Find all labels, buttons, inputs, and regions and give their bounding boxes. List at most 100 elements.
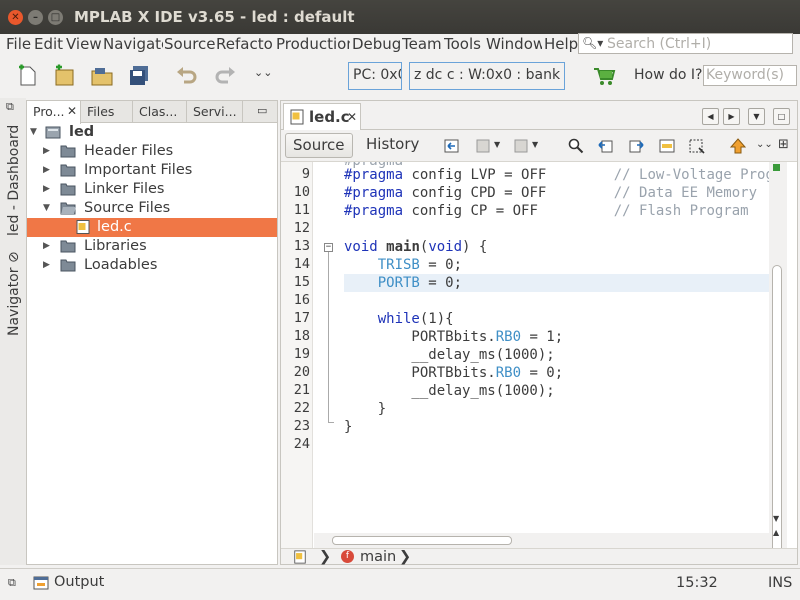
- tab-led-c[interactable]: led.c ✕: [283, 103, 361, 130]
- toolbar-overflow-icon[interactable]: ⌄⌄: [756, 139, 773, 150]
- redo-icon[interactable]: [213, 64, 237, 88]
- new-file-icon[interactable]: [16, 64, 40, 88]
- tab-files[interactable]: Files: [81, 101, 133, 123]
- source-button[interactable]: Source: [285, 133, 353, 158]
- tree-label: led.c: [97, 219, 132, 235]
- tree-item-libraries[interactable]: ▶ Libraries: [27, 237, 277, 256]
- chevron-right-icon[interactable]: ▶: [43, 180, 50, 199]
- code-line: PORTBbits.RB0 = 1;: [344, 329, 564, 345]
- toggle-rect-selection-icon[interactable]: [689, 138, 705, 154]
- last-edit-icon[interactable]: [444, 138, 460, 154]
- scroll-tabs-right-icon[interactable]: ▶: [723, 108, 740, 125]
- scroll-down-icon[interactable]: ▼: [773, 514, 779, 523]
- line-number: 11: [293, 202, 310, 218]
- status-bar: ⧉ Output 15:32 INS: [0, 568, 800, 600]
- restore-window-icon[interactable]: ⧉: [8, 576, 16, 590]
- horizontal-scrollbar[interactable]: [314, 533, 769, 548]
- chevron-down-icon[interactable]: ▼: [30, 123, 37, 142]
- close-icon[interactable]: ✕: [67, 101, 77, 122]
- restore-window-icon[interactable]: ⧉: [6, 100, 14, 114]
- menu-edit[interactable]: Edit: [34, 34, 65, 54]
- vertical-scrollbar[interactable]: ▼ ▲: [769, 162, 787, 553]
- fold-icon[interactable]: −: [324, 243, 333, 252]
- previous-bookmark-icon[interactable]: [730, 138, 746, 154]
- navigator-tab[interactable]: Navigator ⊘: [6, 251, 22, 336]
- maximize-window-icon[interactable]: □: [773, 108, 790, 125]
- line-number: 18: [293, 328, 310, 344]
- chevron-right-icon[interactable]: ▶: [43, 142, 50, 161]
- chevron-down-icon[interactable]: ▼: [494, 140, 500, 149]
- save-all-icon[interactable]: [128, 64, 152, 88]
- window-minimize-button[interactable]: –: [28, 10, 43, 25]
- chevron-right-icon[interactable]: ▶: [43, 237, 50, 256]
- window-close-button[interactable]: ✕: [8, 10, 23, 25]
- menu-navigate[interactable]: Navigate: [103, 34, 163, 54]
- menu-refactor[interactable]: Refactor: [216, 34, 274, 54]
- find-previous-icon[interactable]: [598, 138, 614, 154]
- menu-production[interactable]: Production: [276, 34, 350, 54]
- chevron-down-icon[interactable]: ▼: [532, 140, 538, 149]
- tree-item-header-files[interactable]: ▶ Header Files: [27, 142, 277, 161]
- open-project-icon[interactable]: [90, 64, 114, 88]
- close-icon[interactable]: ✕: [347, 110, 357, 124]
- code-area[interactable]: #pragma #pragma config LVP = OFF // Low-…: [314, 162, 769, 548]
- tab-classes[interactable]: Clas...: [133, 101, 187, 123]
- code-line: __delay_ms(1000);: [344, 383, 555, 399]
- back-icon[interactable]: [476, 138, 492, 154]
- code-line: while(1){: [377, 311, 454, 327]
- line-number: 10: [293, 184, 310, 200]
- find-next-icon[interactable]: [628, 138, 644, 154]
- menu-view[interactable]: View: [66, 34, 102, 54]
- tree-item-important-files[interactable]: ▶ Important Files: [27, 161, 277, 180]
- toggle-highlight-icon[interactable]: [659, 138, 675, 154]
- new-project-icon[interactable]: [52, 64, 76, 88]
- breadcrumb-item-main[interactable]: main: [360, 549, 396, 565]
- navigator-label: Navigator: [6, 267, 22, 336]
- c-file-icon: [290, 109, 304, 125]
- howdoi-label: How do I?: [634, 67, 703, 83]
- main-toolbar: ⌄⌄ PC: 0x0 z dc c : W:0x0 : bank 0 How d…: [0, 57, 800, 97]
- menu-source[interactable]: Source: [164, 34, 215, 54]
- show-opened-documents-icon[interactable]: ▼: [748, 108, 765, 125]
- tree-item-led-c[interactable]: led.c: [27, 218, 277, 237]
- menu-help[interactable]: Help: [544, 34, 578, 54]
- forward-icon[interactable]: [514, 138, 530, 154]
- history-button[interactable]: History: [359, 133, 426, 158]
- scroll-tabs-left-icon[interactable]: ◀: [702, 108, 719, 125]
- menu-file[interactable]: File: [6, 34, 32, 54]
- window-title: MPLAB X IDE v3.65 - led : default: [74, 8, 355, 26]
- menu-window[interactable]: Window: [486, 34, 542, 54]
- scrollbar-thumb[interactable]: [772, 265, 782, 553]
- tree-item-linker-files[interactable]: ▶ Linker Files: [27, 180, 277, 199]
- search-input[interactable]: 🔍︎▾ Search (Ctrl+I): [578, 33, 793, 54]
- menu-team[interactable]: Team: [402, 34, 442, 54]
- toolbar-overflow-icon[interactable]: ⌄⌄: [254, 66, 272, 79]
- chevron-right-icon[interactable]: ▶: [43, 161, 50, 180]
- dashboard-tab[interactable]: led - Dashboard: [6, 125, 22, 236]
- tab-projects[interactable]: Pro... ✕: [27, 101, 81, 124]
- menu-tools[interactable]: Tools: [444, 34, 484, 54]
- keyword-input[interactable]: Keyword(s): [703, 65, 797, 86]
- split-editor-icon[interactable]: ⊞: [778, 137, 789, 152]
- output-tab[interactable]: Output: [54, 574, 104, 590]
- function-icon: f: [341, 550, 354, 563]
- tree-item-source-files[interactable]: ▼ Source Files: [27, 199, 277, 218]
- window-maximize-button[interactable]: □: [48, 10, 63, 25]
- scrollbar-thumb[interactable]: [332, 536, 512, 545]
- line-number: 19: [293, 346, 310, 362]
- chevron-right-icon[interactable]: ▶: [43, 256, 50, 275]
- tree-item-loadables[interactable]: ▶ Loadables: [27, 256, 277, 275]
- fold-line: [328, 252, 329, 422]
- tree-label: Source Files: [84, 200, 171, 216]
- menu-debug[interactable]: Debug: [352, 34, 400, 54]
- minimize-panel-icon[interactable]: ▭: [257, 104, 267, 117]
- find-icon[interactable]: [568, 138, 584, 154]
- cart-icon[interactable]: [592, 64, 616, 88]
- tab-services[interactable]: Servi...: [187, 101, 243, 123]
- tree-item-led[interactable]: ▼ led: [27, 123, 277, 142]
- c-file-icon[interactable]: [293, 550, 307, 564]
- code-line: #pragma config CP = OFF // Flash Program: [344, 203, 749, 219]
- chevron-down-icon[interactable]: ▼: [43, 199, 50, 218]
- undo-icon[interactable]: [175, 64, 199, 88]
- scroll-up-icon[interactable]: ▲: [773, 528, 779, 537]
